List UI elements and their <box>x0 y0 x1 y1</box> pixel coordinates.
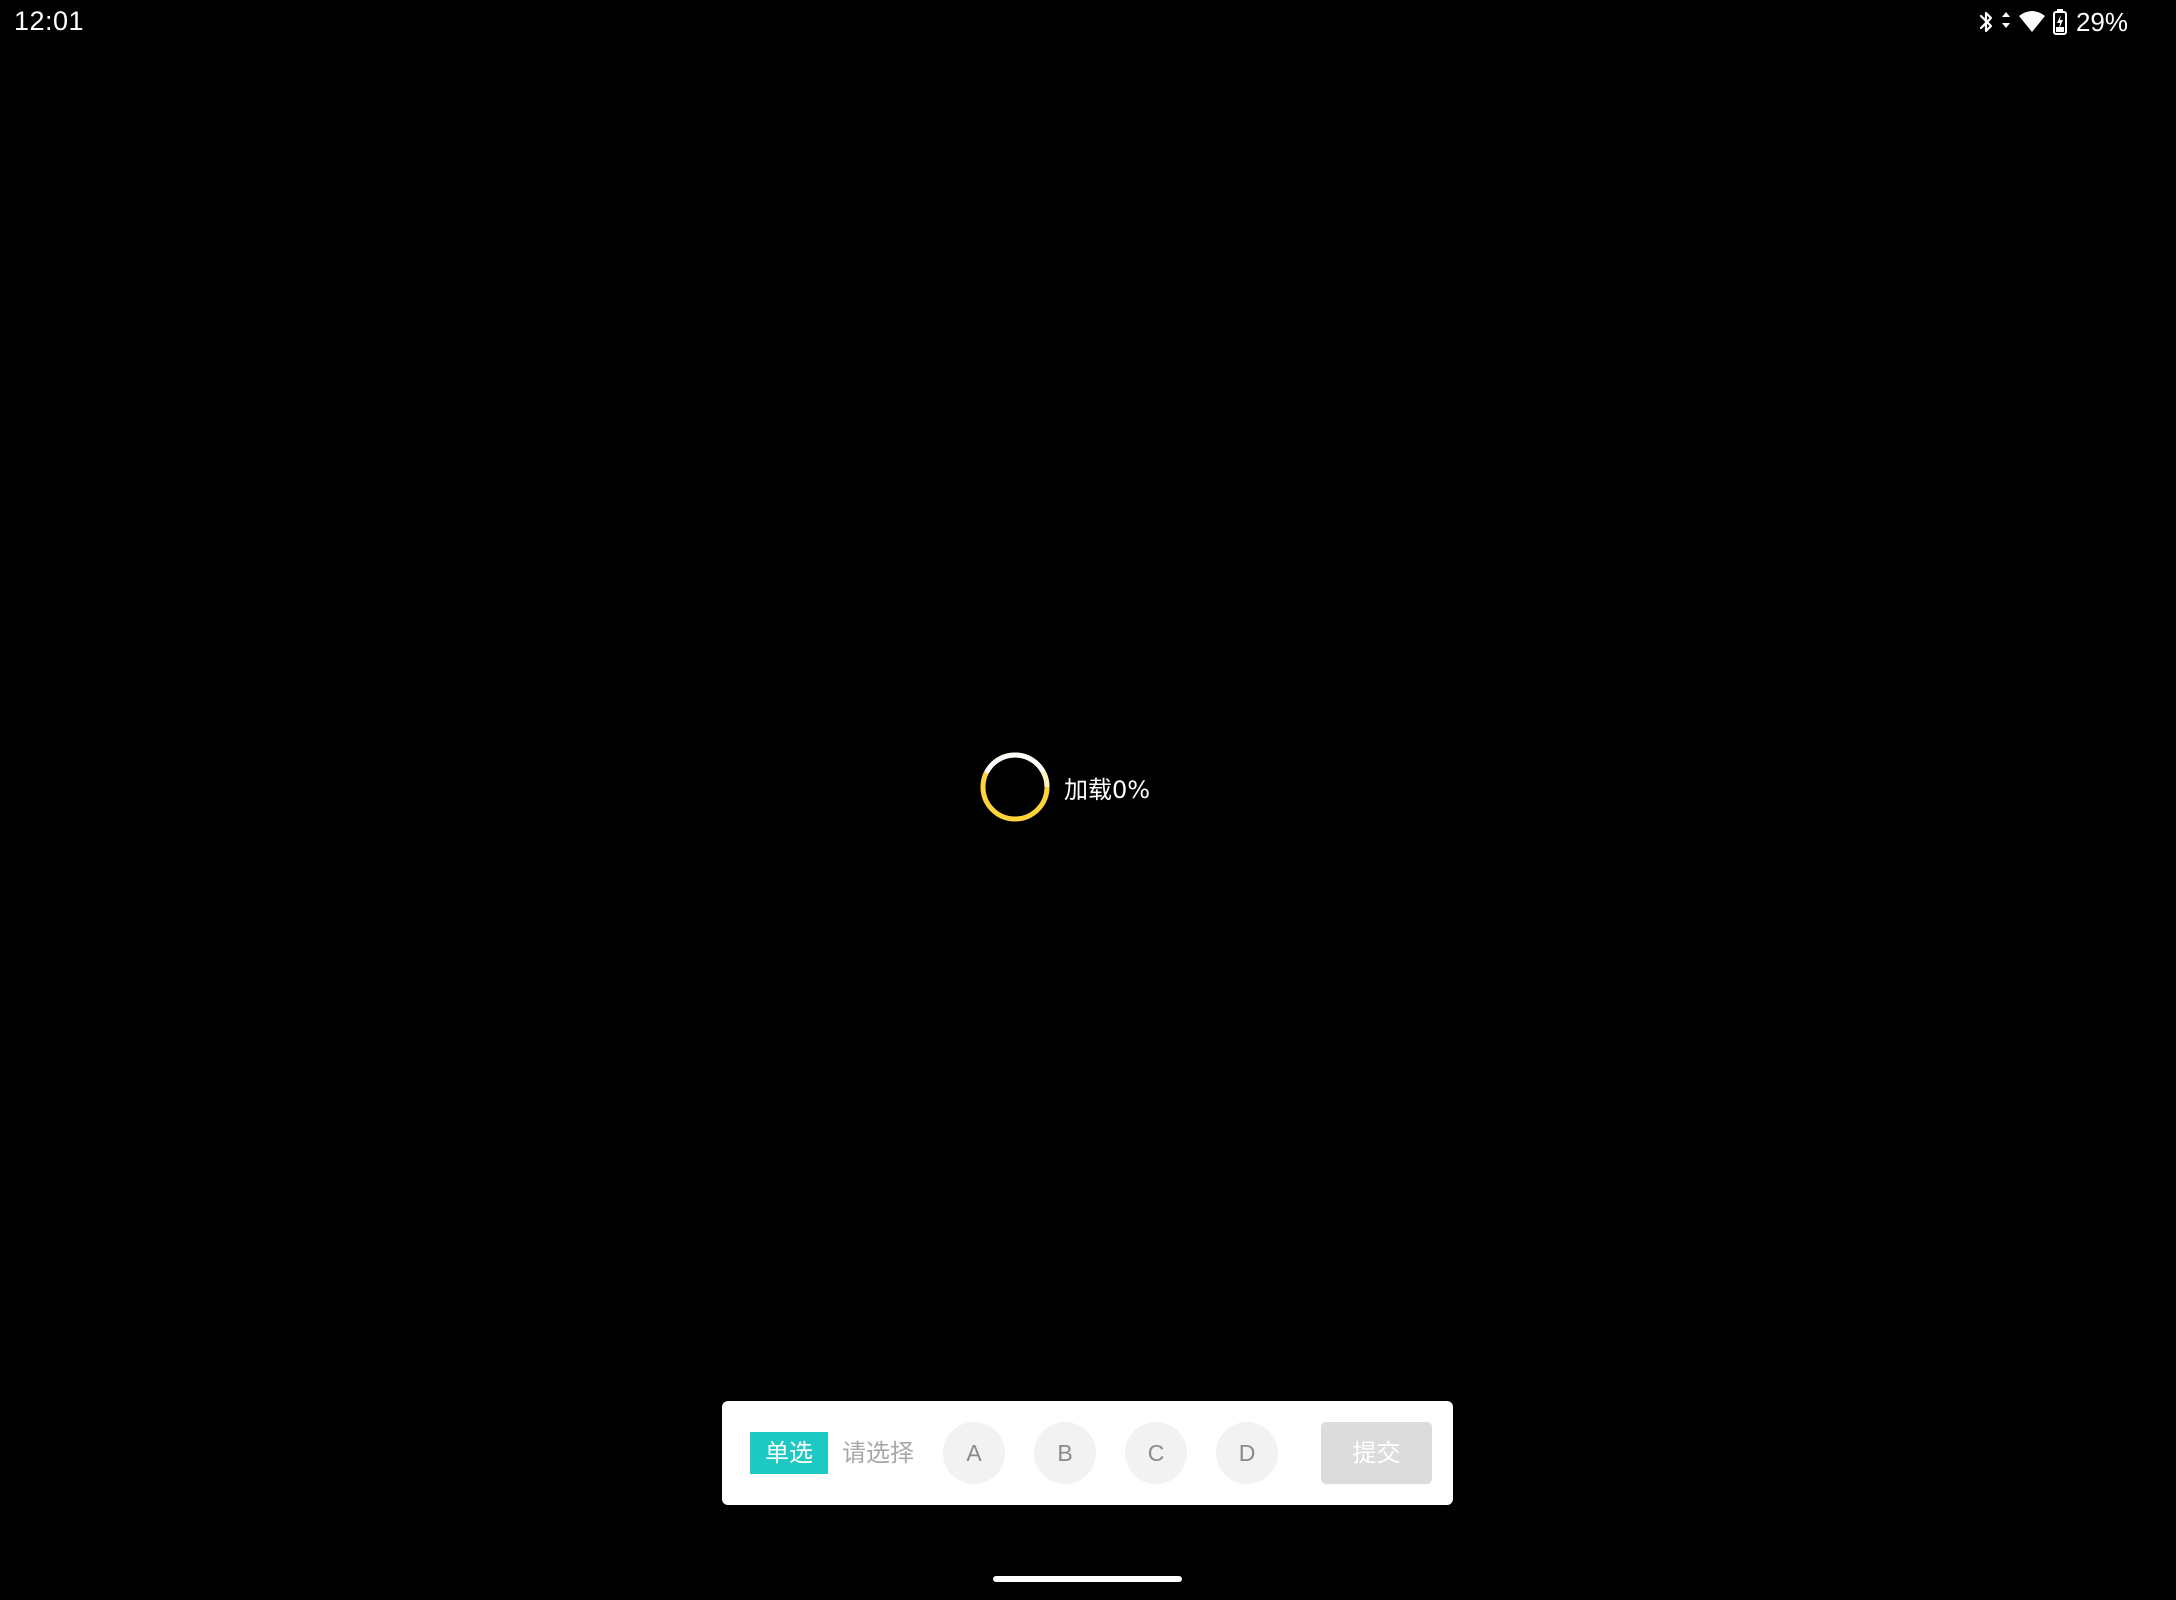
wifi-icon <box>2018 9 2046 35</box>
option-d-button[interactable]: D <box>1216 1422 1278 1484</box>
battery-charging-icon <box>2052 8 2068 36</box>
option-c-button[interactable]: C <box>1125 1422 1187 1484</box>
bluetooth-icon <box>1978 9 1994 35</box>
option-b-button[interactable]: B <box>1034 1422 1096 1484</box>
status-bar: 12:01 29% <box>0 0 2176 44</box>
status-clock: 12:01 <box>14 6 85 36</box>
loading-indicator: 加载0% <box>978 750 1150 824</box>
question-type-badge: 单选 <box>750 1432 828 1474</box>
option-a-button[interactable]: A <box>943 1422 1005 1484</box>
status-icons: 29% <box>1978 6 2128 38</box>
loading-spinner-icon <box>978 750 1052 824</box>
gesture-home-indicator[interactable] <box>993 1576 1182 1582</box>
answer-card: 单选 请选择 A B C D 提交 <box>722 1401 1453 1505</box>
loading-progress-text: 加载0% <box>1064 775 1151 804</box>
battery-percentage: 29% <box>2075 6 2128 37</box>
data-activity-icon <box>2000 9 2012 35</box>
choice-prompt: 请选择 <box>842 1439 914 1467</box>
submit-button[interactable]: 提交 <box>1321 1422 1432 1484</box>
